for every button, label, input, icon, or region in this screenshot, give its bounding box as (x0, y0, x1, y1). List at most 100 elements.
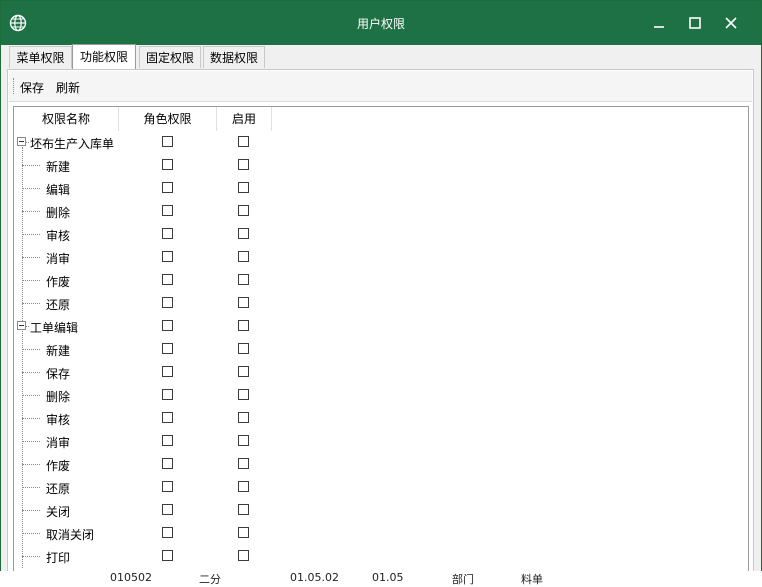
role-permission-checkbox[interactable] (162, 136, 173, 147)
toolbar-grip[interactable] (13, 78, 16, 94)
enabled-checkbox[interactable] (238, 274, 249, 285)
tree-item-row[interactable]: 作废 (14, 269, 748, 292)
tree-guide-line (22, 147, 23, 321)
minimize-button[interactable] (644, 10, 674, 36)
enabled-checkbox[interactable] (238, 320, 249, 331)
enabled-checkbox[interactable] (238, 297, 249, 308)
role-permission-checkbox[interactable] (162, 297, 173, 308)
background-cell: 料单 (521, 573, 543, 586)
tree-item-row[interactable]: 关闭 (14, 499, 748, 522)
permissions-tree-grid: 权限名称 角色权限 启用 坯布生产入库单 新建 编辑 删除 审核 消审 作废 还原 工单编辑 新建… (13, 106, 749, 576)
maximize-button[interactable] (680, 10, 710, 36)
tree-connector (22, 234, 40, 235)
role-permission-checkbox[interactable] (162, 504, 173, 515)
role-permission-checkbox[interactable] (162, 228, 173, 239)
tab-data-permissions[interactable]: 数据权限 (203, 46, 265, 68)
tab-menu-permissions[interactable]: 菜单权限 (9, 46, 72, 68)
tree-connector (22, 280, 40, 281)
enabled-checkbox[interactable] (238, 136, 249, 147)
tree-item-row[interactable]: 新建 (14, 338, 748, 361)
enabled-checkbox[interactable] (238, 159, 249, 170)
permission-name: 审核 (46, 229, 71, 243)
tree-item-row[interactable]: 审核 (14, 407, 748, 430)
role-permission-checkbox[interactable] (162, 343, 173, 354)
tree-connector (22, 188, 40, 189)
role-permission-checkbox[interactable] (162, 389, 173, 400)
tree-item-row[interactable]: 还原 (14, 476, 748, 499)
tree-item-row[interactable]: 保存 (14, 361, 748, 384)
role-permission-checkbox[interactable] (162, 320, 173, 331)
background-cell: 010502 (110, 571, 152, 584)
role-permission-checkbox[interactable] (162, 412, 173, 423)
background-cell: 部门 (452, 573, 474, 586)
tree-connector (22, 533, 40, 534)
enabled-checkbox[interactable] (238, 527, 249, 538)
enabled-checkbox[interactable] (238, 251, 249, 262)
role-permission-checkbox[interactable] (162, 205, 173, 216)
tree-connector (22, 441, 40, 442)
permission-name: 打印 (46, 551, 71, 565)
background-cell: 01.05.02 (290, 571, 339, 584)
tree-item-row[interactable]: 消审 (14, 430, 748, 453)
tree-group-row[interactable]: 坯布生产入库单 (14, 131, 748, 154)
tree-item-row[interactable]: 消审 (14, 246, 748, 269)
tree-connector (22, 395, 40, 396)
enabled-checkbox[interactable] (238, 458, 249, 469)
column-header-name[interactable]: 权限名称 (14, 107, 119, 131)
save-button[interactable]: 保存 (20, 79, 44, 96)
role-permission-checkbox[interactable] (162, 366, 173, 377)
tree-item-row[interactable]: 打印 (14, 545, 748, 568)
tree-item-row[interactable]: 新建 (14, 154, 748, 177)
enabled-checkbox[interactable] (238, 481, 249, 492)
enabled-checkbox[interactable] (238, 343, 249, 354)
tree-item-row[interactable]: 删除 (14, 200, 748, 223)
tree-item-row[interactable]: 取消关闭 (14, 522, 748, 545)
tree-item-row[interactable]: 审核 (14, 223, 748, 246)
role-permission-checkbox[interactable] (162, 274, 173, 285)
enabled-checkbox[interactable] (238, 205, 249, 216)
enabled-checkbox[interactable] (238, 389, 249, 400)
title-bar[interactable]: 用户权限 (1, 1, 761, 45)
enabled-checkbox[interactable] (238, 182, 249, 193)
refresh-button[interactable]: 刷新 (56, 79, 80, 96)
tree-item-row[interactable]: 作废 (14, 453, 748, 476)
permission-name: 删除 (46, 390, 71, 404)
permission-name: 作废 (46, 275, 71, 289)
role-permission-checkbox[interactable] (162, 458, 173, 469)
role-permission-checkbox[interactable] (162, 435, 173, 446)
tree-item-row[interactable]: 编辑 (14, 177, 748, 200)
tab-fixed-permissions[interactable]: 固定权限 (139, 46, 201, 68)
close-button[interactable] (716, 10, 746, 36)
toolbar: 保存 刷新 (9, 71, 752, 102)
permission-name: 坯布生产入库单 (30, 137, 115, 151)
tree-group-row[interactable]: 工单编辑 (14, 315, 748, 338)
tree-item-row[interactable]: 删除 (14, 384, 748, 407)
tree-item-row[interactable]: 还原 (14, 292, 748, 315)
role-permission-checkbox[interactable] (162, 251, 173, 262)
tab-function-permissions[interactable]: 功能权限 (72, 44, 136, 69)
tree-connector (22, 464, 40, 465)
tree-connector (22, 165, 40, 166)
collapse-toggle-icon[interactable] (17, 137, 26, 146)
enabled-checkbox[interactable] (238, 435, 249, 446)
role-permission-checkbox[interactable] (162, 182, 173, 193)
enabled-checkbox[interactable] (238, 228, 249, 239)
user-permissions-dialog: 用户权限 菜单权限 功能权限 固定权限 数据权限 保存 刷新 权限名称 角色权限… (0, 0, 762, 582)
enabled-checkbox[interactable] (238, 412, 249, 423)
role-permission-checkbox[interactable] (162, 550, 173, 561)
permission-name: 还原 (46, 298, 71, 312)
close-icon (725, 17, 737, 29)
role-permission-checkbox[interactable] (162, 481, 173, 492)
role-permission-checkbox[interactable] (162, 527, 173, 538)
column-header-role[interactable]: 角色权限 (119, 107, 217, 131)
enabled-checkbox[interactable] (238, 550, 249, 561)
tree-connector (22, 418, 40, 419)
column-header-enabled[interactable]: 启用 (217, 107, 272, 131)
collapse-toggle-icon[interactable] (17, 321, 26, 330)
tree-connector (22, 556, 40, 557)
permission-name: 删除 (46, 206, 71, 220)
enabled-checkbox[interactable] (238, 504, 249, 515)
enabled-checkbox[interactable] (238, 366, 249, 377)
permission-name: 编辑 (46, 183, 71, 197)
role-permission-checkbox[interactable] (162, 159, 173, 170)
